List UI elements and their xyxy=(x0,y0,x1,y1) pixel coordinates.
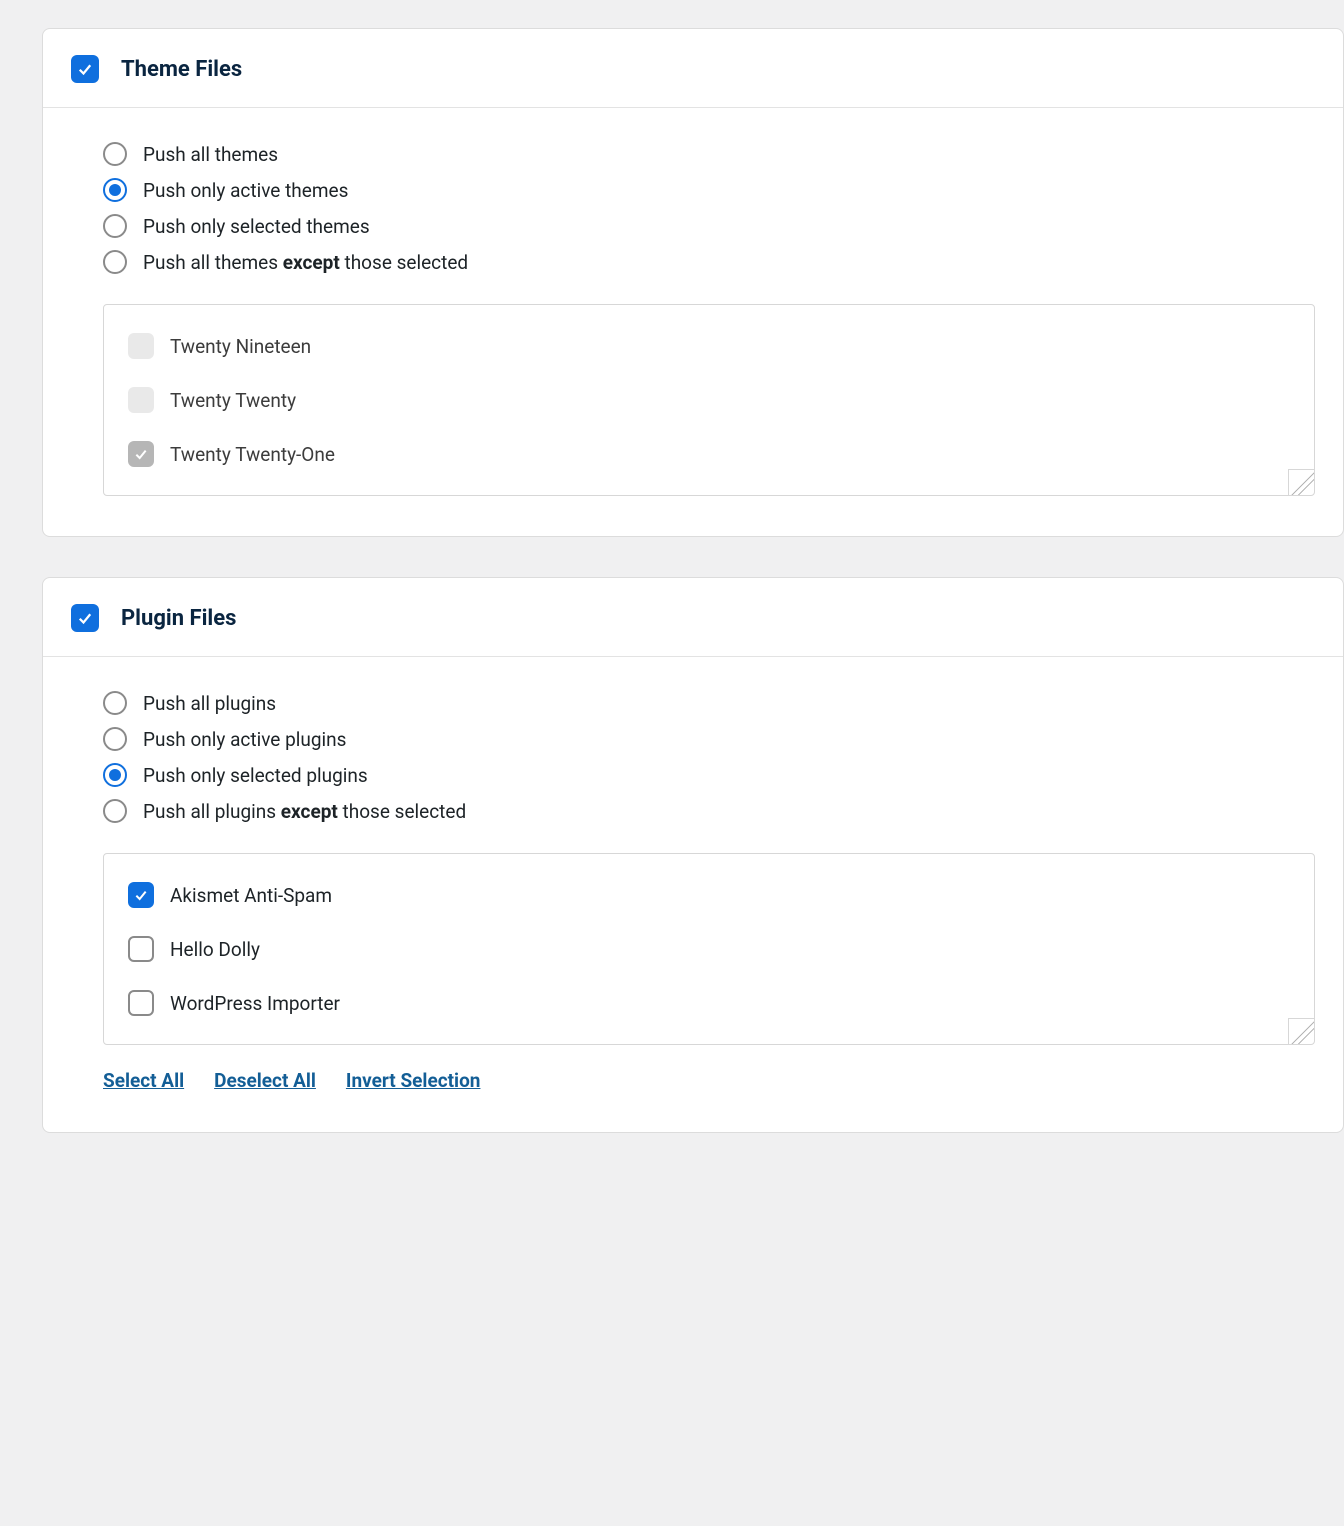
radio-label: Push only active themes xyxy=(143,179,348,202)
radio-push-active-plugins[interactable]: Push only active plugins xyxy=(103,727,1315,751)
radio-push-except-themes[interactable]: Push all themes except those selected xyxy=(103,250,1315,274)
plugin-select-box: Akismet Anti-Spam Hello Dolly WordPress … xyxy=(103,853,1315,1045)
deselect-all-link[interactable]: Deselect All xyxy=(214,1069,316,1092)
select-all-link[interactable]: Select All xyxy=(103,1069,184,1092)
radio-label: Push only selected themes xyxy=(143,215,370,238)
theme-checkbox[interactable] xyxy=(128,333,154,359)
list-item[interactable]: Akismet Anti-Spam xyxy=(128,876,1290,914)
radio-label: Push all plugins except those selected xyxy=(143,800,466,823)
radio-push-active-themes[interactable]: Push only active themes xyxy=(103,178,1315,202)
theme-files-panel: Theme Files Push all themes Push only ac… xyxy=(42,28,1344,537)
radio-label: Push all plugins xyxy=(143,692,276,715)
plugin-checkbox[interactable] xyxy=(128,990,154,1016)
radio-input[interactable] xyxy=(103,178,127,202)
plugin-files-master-checkbox[interactable] xyxy=(71,604,99,632)
radio-push-all-themes[interactable]: Push all themes xyxy=(103,142,1315,166)
check-icon xyxy=(76,609,94,627)
radio-input[interactable] xyxy=(103,250,127,274)
resize-handle-icon[interactable] xyxy=(1288,1018,1314,1044)
list-item-label: Akismet Anti-Spam xyxy=(170,884,332,907)
radio-label: Push only selected plugins xyxy=(143,764,368,787)
plugin-checkbox[interactable] xyxy=(128,882,154,908)
radio-push-except-plugins[interactable]: Push all plugins except those selected xyxy=(103,799,1315,823)
list-item[interactable]: Twenty Nineteen xyxy=(128,327,1290,365)
radio-push-selected-plugins[interactable]: Push only selected plugins xyxy=(103,763,1315,787)
panel-title: Plugin Files xyxy=(121,606,236,631)
panel-header: Plugin Files xyxy=(43,578,1343,657)
resize-handle-icon[interactable] xyxy=(1288,469,1314,495)
check-icon xyxy=(76,60,94,78)
radio-input[interactable] xyxy=(103,799,127,823)
list-item-label: Twenty Twenty xyxy=(170,389,296,412)
theme-checkbox[interactable] xyxy=(128,387,154,413)
plugin-checkbox[interactable] xyxy=(128,936,154,962)
panel-title: Theme Files xyxy=(121,57,242,82)
list-item-label: Twenty Twenty-One xyxy=(170,443,335,466)
panel-header: Theme Files xyxy=(43,29,1343,108)
radio-label: Push only active plugins xyxy=(143,728,346,751)
check-icon xyxy=(133,887,149,903)
action-links: Select All Deselect All Invert Selection xyxy=(103,1069,1315,1092)
check-icon xyxy=(133,446,149,462)
list-item[interactable]: WordPress Importer xyxy=(128,984,1290,1022)
radio-label: Push all themes xyxy=(143,143,278,166)
plugin-radio-group: Push all plugins Push only active plugin… xyxy=(103,691,1315,823)
theme-files-master-checkbox[interactable] xyxy=(71,55,99,83)
radio-input[interactable] xyxy=(103,763,127,787)
list-item[interactable]: Hello Dolly xyxy=(128,930,1290,968)
theme-radio-group: Push all themes Push only active themes … xyxy=(103,142,1315,274)
theme-select-scroll[interactable]: Twenty Nineteen Twenty Twenty Twenty Twe… xyxy=(104,305,1314,495)
radio-input[interactable] xyxy=(103,214,127,238)
plugin-files-panel: Plugin Files Push all plugins Push only … xyxy=(42,577,1344,1133)
radio-input[interactable] xyxy=(103,727,127,751)
panel-body: Push all themes Push only active themes … xyxy=(43,108,1343,536)
radio-input[interactable] xyxy=(103,691,127,715)
list-item[interactable]: Twenty Twenty-One xyxy=(128,435,1290,473)
radio-input[interactable] xyxy=(103,142,127,166)
list-item-label: Hello Dolly xyxy=(170,938,260,961)
radio-label: Push all themes except those selected xyxy=(143,251,468,274)
radio-push-all-plugins[interactable]: Push all plugins xyxy=(103,691,1315,715)
list-item-label: WordPress Importer xyxy=(170,992,340,1015)
plugin-select-scroll[interactable]: Akismet Anti-Spam Hello Dolly WordPress … xyxy=(104,854,1314,1044)
panel-body: Push all plugins Push only active plugin… xyxy=(43,657,1343,1132)
radio-push-selected-themes[interactable]: Push only selected themes xyxy=(103,214,1315,238)
theme-select-box: Twenty Nineteen Twenty Twenty Twenty Twe… xyxy=(103,304,1315,496)
invert-selection-link[interactable]: Invert Selection xyxy=(346,1069,481,1092)
theme-checkbox[interactable] xyxy=(128,441,154,467)
list-item[interactable]: Twenty Twenty xyxy=(128,381,1290,419)
list-item-label: Twenty Nineteen xyxy=(170,335,311,358)
